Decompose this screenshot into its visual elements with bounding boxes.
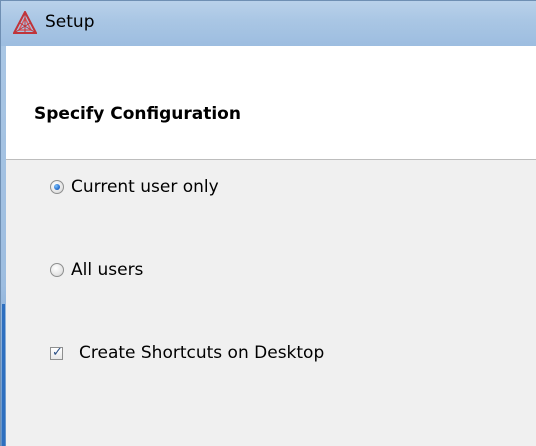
body-panel: Current user only All users ✓ Create Sho… [6, 160, 536, 446]
title-bar[interactable]: Setup [0, 0, 536, 46]
setup-app-icon [12, 9, 38, 35]
current-user-option[interactable]: Current user only [50, 177, 219, 197]
current-user-radio[interactable] [50, 180, 64, 194]
create-shortcuts-label: Create Shortcuts on Desktop [79, 343, 325, 363]
setup-window: Setup Specify Configuration Current user… [0, 0, 536, 446]
header-panel: Specify Configuration [6, 46, 536, 160]
current-user-label: Current user only [71, 177, 219, 197]
create-shortcuts-checkbox[interactable]: ✓ [50, 344, 63, 360]
all-users-option[interactable]: All users [50, 260, 143, 280]
window-title: Setup [45, 12, 95, 32]
page-title: Specify Configuration [34, 104, 241, 124]
checkmark-icon: ✓ [52, 344, 63, 360]
all-users-label: All users [71, 260, 144, 280]
frame-accent-strip [2, 304, 5, 446]
create-shortcuts-option[interactable]: ✓ Create Shortcuts on Desktop [50, 343, 324, 363]
all-users-radio[interactable] [50, 263, 64, 277]
